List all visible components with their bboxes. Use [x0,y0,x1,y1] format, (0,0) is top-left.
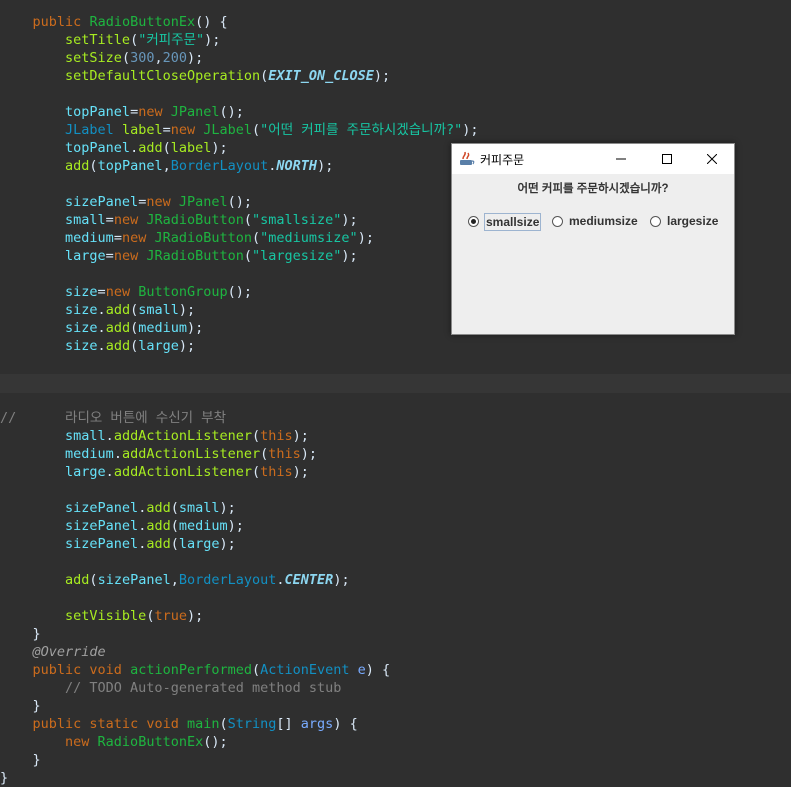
code-line: JLabel label=new JLabel("어떤 커피를 주문하시겠습니까… [65,122,479,138]
radio-button-selected[interactable] [468,216,479,227]
minimize-button[interactable] [598,144,644,174]
code-line: setSize(300,200); [65,50,204,66]
code-line: sizePanel.add(small); [65,500,236,516]
code-line: new RadioButtonEx(); [65,734,228,750]
close-icon [707,154,717,164]
radio-label[interactable]: mediumsize [568,213,639,229]
minimize-icon [616,158,626,160]
radio-dot [471,219,476,224]
code-line: public RadioButtonEx() { [32,14,228,30]
coffee-order-window[interactable]: 커피주문 어떤 커피를 주문하시겠습니까? smallsize mediumsi… [451,143,735,335]
radio-button[interactable] [650,216,661,227]
code-line: public void actionPerformed(ActionEvent … [32,662,391,678]
radio-largesize[interactable]: largesize [650,212,730,232]
code-line: } [32,752,41,768]
radio-smallsize[interactable]: smallsize [468,212,544,232]
order-prompt-label: 어떤 커피를 주문하시겠습니까? [517,183,669,195]
java-icon[interactable] [459,151,475,167]
code-line: @Override [32,644,106,660]
close-button[interactable] [689,144,735,174]
code-editor[interactable]: public RadioButtonEx() { setTitle("커피주문"… [0,0,791,786]
code-line: setTitle("커피주문"); [65,32,221,48]
window-titlebar[interactable]: 커피주문 [452,144,734,174]
code-line: } [0,770,9,786]
code-line: topPanel=new JPanel(); [65,104,244,120]
code-line: small.addActionListener(this); [65,428,309,444]
code-line: medium.addActionListener(this); [65,446,318,462]
code-line: } [32,626,41,642]
code-line: sizePanel.add(medium); [65,518,244,534]
radio-mediumsize[interactable]: mediumsize [552,212,638,232]
code-line: sizePanel.add(large); [65,536,236,552]
code-line: public static void main(String[] args) { [32,716,358,732]
radio-button[interactable] [552,216,563,227]
radio-label[interactable]: largesize [666,213,719,229]
code-line: // TODO Auto-generated method stub [65,680,342,696]
code-line: setVisible(true); [65,608,204,624]
maximize-button[interactable] [644,144,690,174]
code-line: large.addActionListener(this); [65,464,309,480]
current-line-highlight [0,374,791,393]
maximize-icon [662,154,672,164]
window-title: 커피주문 [480,153,525,167]
radio-label[interactable]: smallsize [484,213,542,231]
code-line: // 라디오 버튼에 수신기 부착 [0,410,227,426]
code-line: size.add(large); [65,338,196,354]
code-line: setDefaultCloseOperation(EXIT_ON_CLOSE); [65,68,391,84]
code-line: } [32,698,41,714]
code-line: add(sizePanel,BorderLayout.CENTER); [65,572,350,588]
